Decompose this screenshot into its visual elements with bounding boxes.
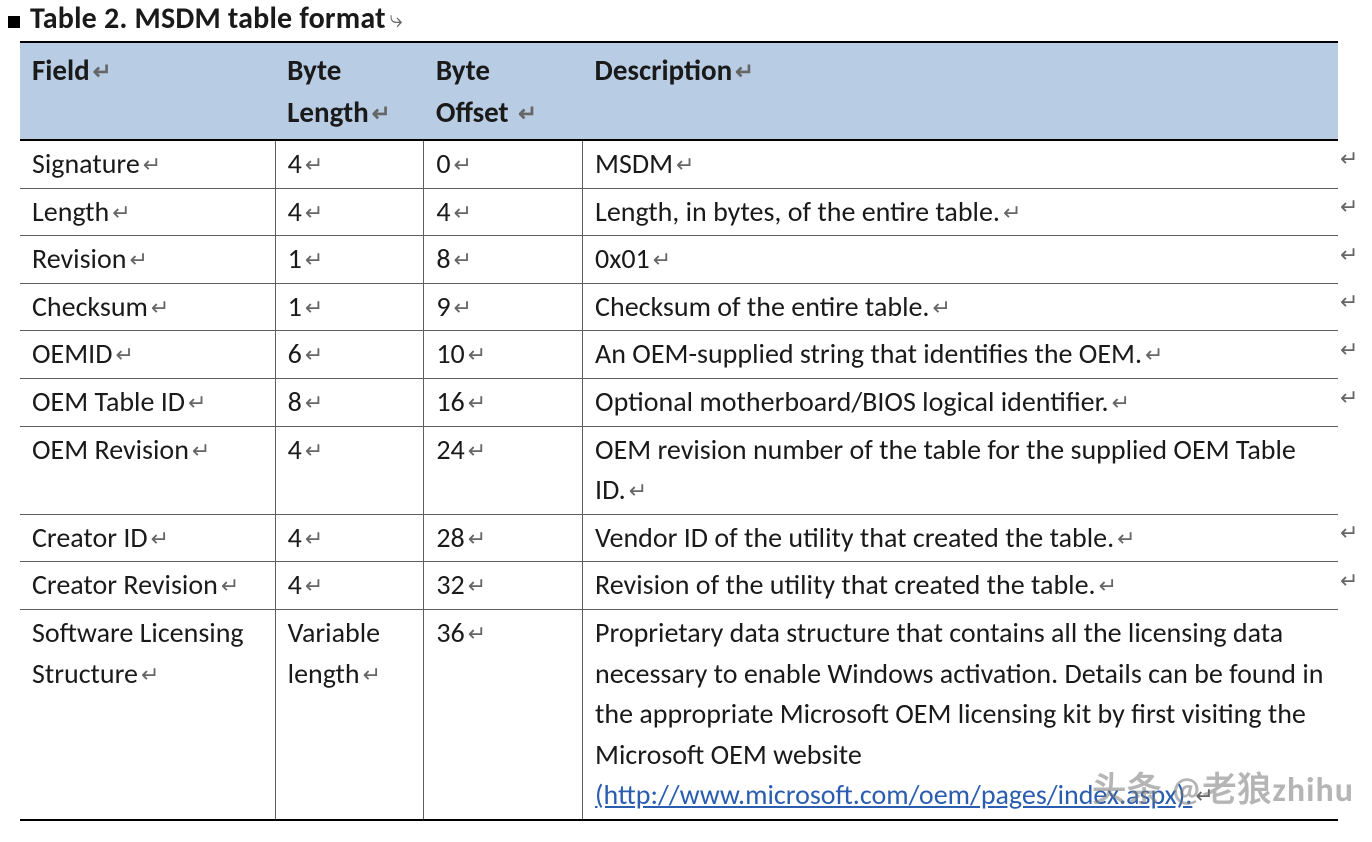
cell-description: Revision of the utility that created the…: [583, 562, 1338, 610]
cell-description: Checksum of the entire table.↵: [583, 283, 1338, 331]
table-row: OEMID↵6↵10↵An OEM-supplied string that i…: [20, 331, 1338, 379]
row-end-icon: ↵: [1340, 242, 1358, 268]
cell-offset: 10↵: [424, 331, 583, 379]
cell-field: OEM Table ID↵: [20, 379, 275, 427]
cell-field: Length↵: [20, 188, 275, 236]
cell-length: 8↵: [275, 379, 424, 427]
cell-length: 1↵: [275, 283, 424, 331]
cell-field: OEM Revision↵: [20, 426, 275, 514]
cell-length: Variable length↵: [275, 610, 424, 820]
cell-description: Length, in bytes, of the entire table.↵: [583, 188, 1338, 236]
row-end-icon: ↵: [1340, 337, 1358, 363]
table-title-row: Table 2. MSDM table format⤶: [6, 0, 1354, 41]
cell-field: OEMID↵: [20, 331, 275, 379]
cell-field: Checksum↵: [20, 283, 275, 331]
cell-offset: 16↵: [424, 379, 583, 427]
row-end-icon: ↵: [1340, 568, 1358, 594]
cell-length: 4↵: [275, 188, 424, 236]
row-end-icon: ↵: [1340, 146, 1358, 172]
col-length-header: ByteLength↵: [275, 42, 424, 140]
table-header-row: Field↵ ByteLength↵ ByteOffset ↵ Descript…: [20, 42, 1338, 140]
cell-offset: 0↵: [424, 140, 583, 188]
col-offset-header: ByteOffset ↵: [424, 42, 583, 140]
cell-description: An OEM-supplied string that identifies t…: [583, 331, 1338, 379]
cell-field: Creator Revision↵: [20, 562, 275, 610]
table-row: Signature↵4↵0↵MSDM↵: [20, 140, 1338, 188]
cell-offset: 8↵: [424, 236, 583, 284]
cell-length: 4↵: [275, 514, 424, 562]
cell-description: OEM revision number of the table for the…: [583, 426, 1338, 514]
msdm-table: Field↵ ByteLength↵ ByteOffset ↵ Descript…: [20, 41, 1338, 821]
cell-offset: 9↵: [424, 283, 583, 331]
cell-length: 4↵: [275, 426, 424, 514]
col-description-header: Description↵: [583, 42, 1338, 140]
bullet-icon: [8, 16, 20, 28]
row-end-icon: ↵: [1340, 289, 1358, 315]
cell-description: Proprietary data structure that contains…: [583, 610, 1338, 820]
cell-field: Software Licensing Structure↵: [20, 610, 275, 820]
row-end-icon: ↵: [1340, 385, 1358, 411]
table-row: Creator Revision↵4↵32↵Revision of the ut…: [20, 562, 1338, 610]
cell-offset: 32↵: [424, 562, 583, 610]
table-row: Checksum↵1↵9↵Checksum of the entire tabl…: [20, 283, 1338, 331]
cell-length: 1↵: [275, 236, 424, 284]
cell-description: 0x01↵: [583, 236, 1338, 284]
table-row: Revision↵1↵8↵0x01↵: [20, 236, 1338, 284]
cell-offset: 24↵: [424, 426, 583, 514]
oem-website-link[interactable]: (http://www.microsoft.com/oem/pages/inde…: [595, 777, 1192, 812]
table-row: Software Licensing Structure↵Variable le…: [20, 610, 1338, 820]
table-row: Creator ID↵4↵28↵Vendor ID of the utility…: [20, 514, 1338, 562]
cell-offset: 36↵: [424, 610, 583, 820]
table-row: OEM Table ID↵8↵16↵Optional motherboard/B…: [20, 379, 1338, 427]
cell-description: Vendor ID of the utility that created th…: [583, 514, 1338, 562]
cell-field: Revision↵: [20, 236, 275, 284]
col-field-header: Field↵: [20, 42, 275, 140]
table-row: OEM Revision↵4↵24↵OEM revision number of…: [20, 426, 1338, 514]
row-end-icon: ↵: [1340, 194, 1358, 220]
cell-length: 4↵: [275, 562, 424, 610]
pilcrow-icon: ⤶: [389, 6, 402, 33]
cell-length: 6↵: [275, 331, 424, 379]
cell-description: MSDM↵: [583, 140, 1338, 188]
cell-field: Creator ID↵: [20, 514, 275, 562]
cell-description: Optional motherboard/BIOS logical identi…: [583, 379, 1338, 427]
cell-length: 4↵: [275, 140, 424, 188]
table-row: Length↵4↵4↵Length, in bytes, of the enti…: [20, 188, 1338, 236]
cell-offset: 28↵: [424, 514, 583, 562]
cell-offset: 4↵: [424, 188, 583, 236]
row-end-icon: ↵: [1340, 520, 1358, 546]
page-title: Table 2. MSDM table format⤶: [30, 0, 402, 37]
cell-field: Signature↵: [20, 140, 275, 188]
